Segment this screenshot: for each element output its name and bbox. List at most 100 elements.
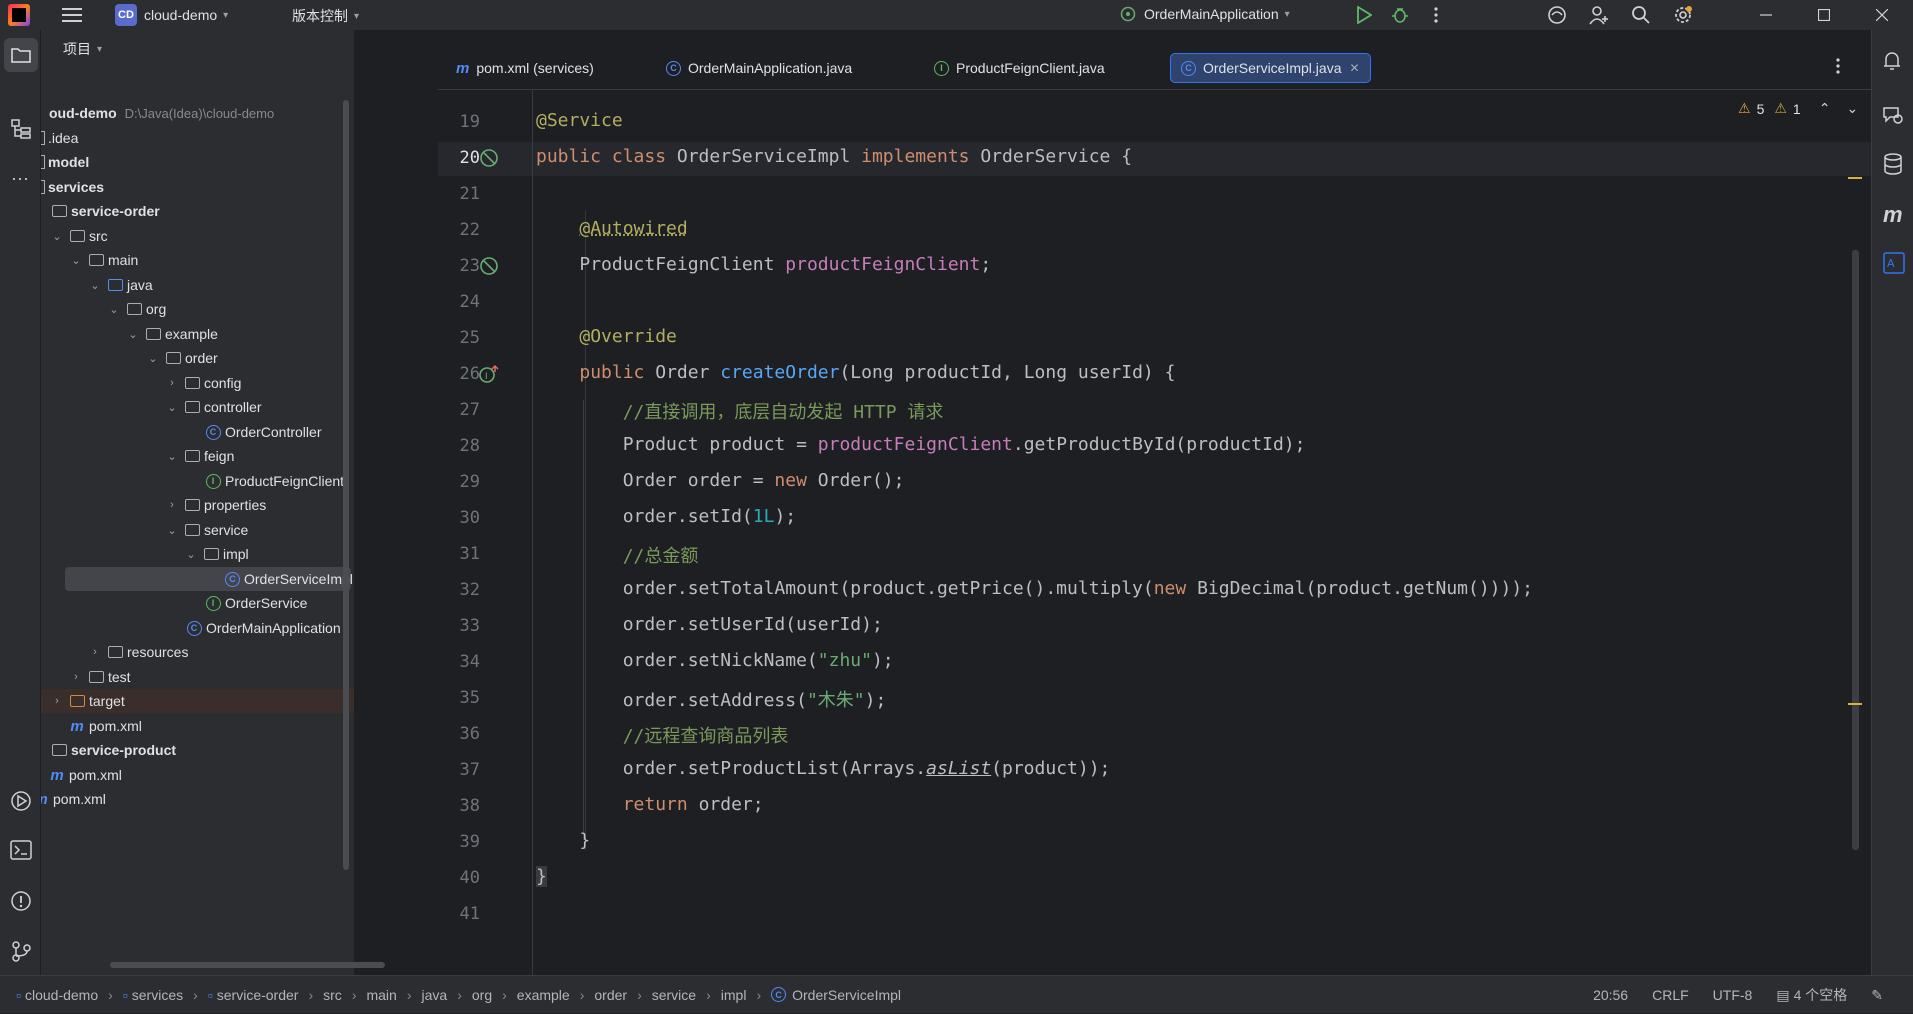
readonly-toggle-icon[interactable]: ✎: [1871, 987, 1883, 1004]
settings-icon[interactable]: [1669, 1, 1697, 29]
tree-item-ordermainapplication[interactable]: C OrderMainApplication: [186, 616, 354, 640]
breadcrumb-item[interactable]: example: [517, 987, 570, 1003]
tree-item-ordercontroller[interactable]: C OrderController: [205, 420, 354, 444]
run-icon[interactable]: [1350, 1, 1378, 29]
breadcrumb-item[interactable]: src: [323, 987, 342, 1003]
tree-item-properties[interactable]: › properties: [166, 493, 354, 517]
tree-item-service[interactable]: ⌄ service: [166, 518, 354, 542]
chevron-right-icon[interactable]: ›: [51, 695, 63, 707]
tree-item-example[interactable]: ⌄ example: [127, 322, 354, 346]
breadcrumb-item[interactable]: order: [594, 987, 627, 1003]
tree-root[interactable]: oud-demo D:\Java(Idea)\cloud-demo: [49, 101, 354, 125]
maven-tool-icon[interactable]: m: [1883, 202, 1903, 228]
next-highlight-icon[interactable]: ⌄: [1846, 100, 1858, 117]
tree-item-controller[interactable]: ⌄ controller: [166, 395, 354, 419]
breadcrumb-item[interactable]: java: [422, 987, 448, 1003]
tab-options-icon[interactable]: [1836, 58, 1840, 77]
implements-method-gutter-icon[interactable]: I: [478, 363, 500, 385]
breadcrumb-item[interactable]: service-order: [217, 987, 299, 1003]
chevron-down-icon[interactable]: ⌄: [166, 450, 178, 463]
project-switcher[interactable]: CD cloud-demo ▾: [115, 4, 228, 26]
vcs-menu[interactable]: 版本控制 ▾: [292, 6, 359, 26]
debug-icon[interactable]: [1386, 1, 1414, 29]
tree-item-orderserviceimpl[interactable]: C OrderServiceImpl: [65, 567, 353, 591]
autowired-gutter-icon[interactable]: [478, 255, 500, 277]
chevron-right-icon[interactable]: ›: [166, 499, 178, 511]
breadcrumb-item[interactable]: org: [472, 987, 492, 1003]
tree-item-orderservice[interactable]: I OrderService: [205, 591, 354, 615]
tree-item-productfeignclient[interactable]: I ProductFeignClient: [205, 469, 354, 493]
warning-marker[interactable]: [1848, 177, 1862, 179]
tree-item-service-product[interactable]: service-product: [51, 738, 354, 762]
minimize-icon[interactable]: [1752, 1, 1780, 29]
chevron-down-icon[interactable]: ⌄: [89, 279, 101, 292]
tab-productfeignclient[interactable]: I ProductFeignClient.java: [924, 53, 1115, 83]
warning-marker[interactable]: [1848, 703, 1862, 705]
tree-item-org[interactable]: ⌄ org: [108, 297, 354, 321]
breadcrumb-item[interactable]: main: [366, 987, 396, 1003]
tree-item-target[interactable]: › target: [41, 689, 354, 713]
tree-item-resources[interactable]: › resources: [89, 640, 354, 664]
breadcrumb-item[interactable]: impl: [721, 987, 747, 1003]
tree-item-pom-order[interactable]: m pom.xml: [69, 714, 354, 738]
tree-item-impl[interactable]: ⌄ impl: [185, 542, 354, 566]
tree-item-feign[interactable]: ⌄ feign: [166, 444, 354, 468]
problems-tool-icon[interactable]: [10, 890, 32, 915]
chevron-down-icon[interactable]: ⌄: [185, 548, 197, 561]
tree-item-src[interactable]: ⌄ src: [51, 224, 354, 248]
tree-item-service-order[interactable]: service-order: [51, 199, 354, 223]
tab-orderserviceimpl[interactable]: C OrderServiceImpl.java ✕: [1170, 53, 1371, 83]
ai-assistant-icon[interactable]: [1543, 1, 1571, 29]
close-tab-icon[interactable]: ✕: [1350, 61, 1360, 75]
structure-tool-icon[interactable]: [10, 118, 32, 143]
line-separator[interactable]: CRLF: [1652, 987, 1689, 1003]
run-config-selector[interactable]: OrderMainApplication ▾: [1120, 6, 1290, 22]
chevron-down-icon[interactable]: ⌄: [51, 230, 63, 243]
chevron-down-icon[interactable]: ⌄: [166, 524, 178, 537]
maximize-icon[interactable]: [1810, 1, 1838, 29]
project-tree-scrollbar[interactable]: [343, 100, 349, 870]
chevron-down-icon[interactable]: ⌄: [70, 254, 82, 267]
tree-item-idea[interactable]: .idea: [41, 126, 354, 150]
file-encoding[interactable]: UTF-8: [1713, 987, 1753, 1003]
editor-gutter[interactable]: 19 20 21 22 23 24 25 26 27 28 29 30 31 3…: [438, 90, 533, 975]
project-tree-hscrollbar[interactable]: [110, 962, 385, 968]
project-tool-icon[interactable]: [4, 38, 38, 72]
services-tool-icon[interactable]: [10, 790, 32, 815]
editor-scrollbar[interactable]: [1852, 250, 1859, 850]
tab-pom-services[interactable]: m pom.xml (services): [446, 53, 604, 83]
tree-item-pom-services[interactable]: m pom.xml: [49, 763, 354, 787]
breadcrumb-item[interactable]: service: [652, 987, 696, 1003]
breadcrumb-item[interactable]: OrderServiceImpl: [792, 987, 901, 1003]
breadcrumb-item[interactable]: cloud-demo: [25, 987, 98, 1003]
terminal-tool-icon[interactable]: [10, 840, 32, 863]
previous-highlight-icon[interactable]: ⌃: [1819, 100, 1831, 117]
ai-chat-icon[interactable]: [1882, 105, 1904, 128]
more-tools-icon[interactable]: ···: [11, 168, 29, 189]
intellij-logo-icon[interactable]: [8, 4, 30, 26]
chevron-down-icon[interactable]: ⌄: [127, 328, 139, 341]
tree-item-main[interactable]: ⌄ main: [70, 248, 354, 272]
breadcrumb-item[interactable]: services: [132, 987, 183, 1003]
close-window-icon[interactable]: [1868, 1, 1896, 29]
chevron-right-icon[interactable]: ›: [166, 377, 178, 389]
tree-item-order[interactable]: ⌄ order: [147, 346, 354, 370]
bean-gutter-icon[interactable]: [478, 147, 500, 169]
more-actions-icon[interactable]: [1422, 1, 1450, 29]
notifications-icon[interactable]: [1882, 50, 1902, 75]
translate-icon[interactable]: A: [1883, 252, 1905, 277]
chevron-down-icon[interactable]: ⌄: [147, 352, 159, 365]
chevron-right-icon[interactable]: ›: [89, 646, 101, 658]
tree-item-config[interactable]: › config: [166, 371, 354, 395]
tab-ordermainapplication[interactable]: C OrderMainApplication.java: [656, 53, 862, 83]
tree-item-services[interactable]: services: [41, 175, 354, 199]
chevron-down-icon[interactable]: ⌄: [166, 401, 178, 414]
add-user-icon[interactable]: [1585, 1, 1613, 29]
cursor-position[interactable]: 20:56: [1593, 987, 1628, 1003]
tree-item-pom-root[interactable]: m pom.xml: [41, 787, 346, 811]
chevron-right-icon[interactable]: ›: [70, 671, 82, 683]
tree-item-test[interactable]: › test: [70, 665, 354, 689]
database-icon[interactable]: [1883, 153, 1903, 178]
main-menu-icon[interactable]: [58, 1, 86, 29]
inspection-widget[interactable]: ⚠ 5 ⚠ 1 ⌃ ⌄: [1738, 100, 1858, 117]
